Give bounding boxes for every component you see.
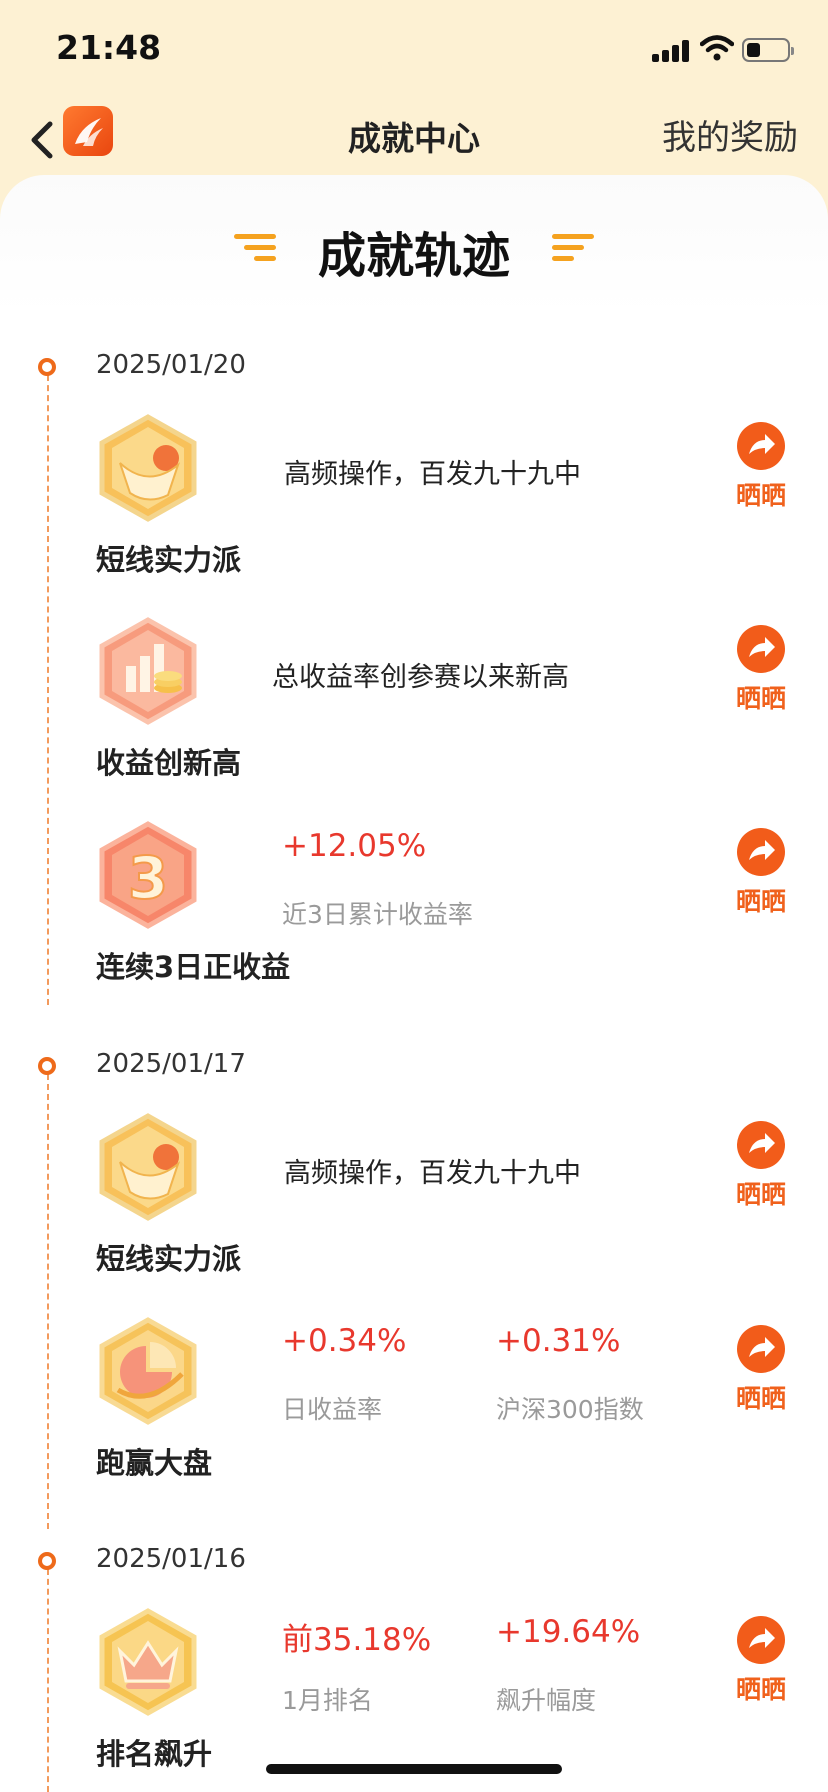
share-arrow-icon: [737, 828, 785, 876]
svg-text:3: 3: [128, 844, 168, 912]
stat-label: 沪深300指数: [496, 1395, 644, 1424]
rank-up-badge-icon: [99, 1608, 197, 1716]
share-button[interactable]: 晒晒: [732, 422, 790, 512]
share-arrow-icon: [737, 1121, 785, 1169]
timeline-date: 2025/01/16: [96, 1544, 246, 1574]
share-button[interactable]: 晒晒: [732, 625, 790, 715]
timeline-line: [47, 375, 49, 1005]
share-button[interactable]: 晒晒: [732, 1616, 790, 1706]
achievement-name: 跑赢大盘: [96, 1446, 213, 1480]
timeline-dot: [38, 1057, 56, 1075]
short-term-badge-icon: [99, 1113, 197, 1221]
achievement-description: 高频操作，百发九十九中: [284, 1158, 581, 1189]
stat-value: 前35.18%: [282, 1622, 432, 1658]
achievement-name: 连续3日正收益: [96, 950, 291, 984]
achievement-name: 排名飙升: [96, 1737, 213, 1771]
home-indicator: [266, 1764, 562, 1774]
achievement-name: 收益创新高: [96, 746, 242, 780]
battery-icon: [742, 38, 794, 62]
share-label: 晒晒: [735, 684, 786, 713]
achievement-description: 总收益率创参赛以来新高: [272, 662, 569, 693]
stat-value: +0.31%: [496, 1323, 621, 1359]
share-button[interactable]: 晒晒: [732, 1121, 790, 1211]
achievement-description: 高频操作，百发九十九中: [284, 459, 581, 490]
record-high-badge-icon: [99, 617, 197, 725]
three-day-badge-icon: 3: [99, 821, 197, 929]
share-label: 晒晒: [735, 887, 786, 916]
timeline-line: [47, 1074, 49, 1529]
status-time: 21:48: [56, 28, 162, 67]
share-label: 晒晒: [735, 1384, 786, 1413]
cellular-signal-icon: [652, 38, 692, 62]
stat-value: +19.64%: [496, 1614, 641, 1650]
title-right-decoration-icon: [552, 234, 594, 261]
short-term-badge-icon: [99, 414, 197, 522]
stat-value: +12.05%: [282, 828, 427, 864]
section-title: 成就轨迹: [317, 228, 510, 284]
beat-market-badge-icon: [99, 1317, 197, 1425]
share-arrow-icon: [737, 1616, 785, 1664]
my-rewards-link[interactable]: 我的奖励: [662, 110, 798, 159]
stat-label: 日收益率: [282, 1395, 383, 1424]
stat-label: 飙升幅度: [496, 1686, 597, 1715]
timeline-line: [47, 1569, 49, 1792]
share-label: 晒晒: [735, 481, 786, 510]
stat-value: +0.34%: [282, 1323, 407, 1359]
share-arrow-icon: [737, 422, 785, 470]
timeline-dot: [38, 1552, 56, 1570]
share-label: 晒晒: [735, 1675, 786, 1704]
share-label: 晒晒: [735, 1180, 786, 1209]
stat-label: 1月排名: [282, 1686, 373, 1715]
share-button[interactable]: 晒晒: [732, 1325, 790, 1415]
status-bar: 21:48: [0, 0, 828, 100]
achievement-name: 短线实力派: [96, 543, 242, 577]
stat-label: 近3日累计收益率: [282, 900, 473, 929]
timeline-dot: [38, 358, 56, 376]
timeline-date: 2025/01/17: [96, 1049, 246, 1079]
achievement-name: 短线实力派: [96, 1242, 242, 1276]
share-arrow-icon: [737, 625, 785, 673]
share-button[interactable]: 晒晒: [732, 828, 790, 918]
wifi-icon: [700, 35, 734, 61]
timeline-date: 2025/01/20: [96, 350, 246, 380]
share-arrow-icon: [737, 1325, 785, 1373]
